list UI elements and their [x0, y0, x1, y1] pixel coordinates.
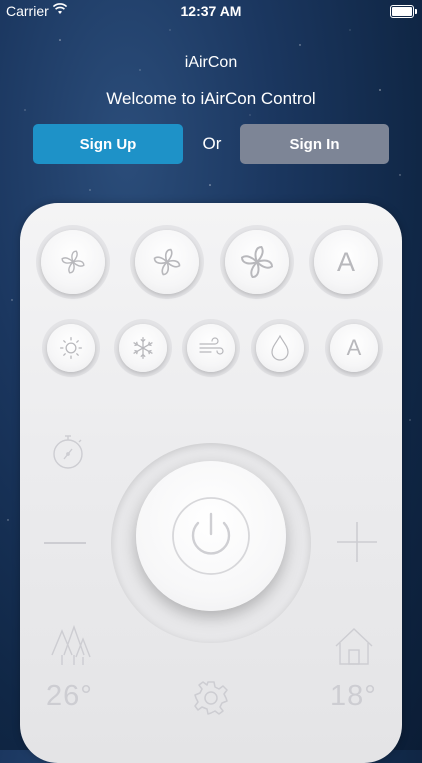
or-label: Or: [202, 134, 222, 153]
fan-low-button[interactable]: [41, 230, 105, 294]
timer-icon[interactable]: [50, 430, 86, 472]
clock: 12:37 AM: [180, 3, 242, 19]
mode-auto-icon: A: [346, 335, 362, 360]
home-icon: [335, 628, 373, 665]
fan-high-icon: [241, 246, 273, 278]
fan-low-icon: [61, 250, 85, 274]
status-bar: Carrier 12:37 AM: [0, 0, 422, 22]
sign-in-button[interactable]: Sign In: [240, 124, 389, 164]
fan-auto-button[interactable]: A: [314, 230, 378, 294]
snowflake-icon: [133, 337, 153, 359]
remote-panel: A A 26° 18°: [20, 203, 402, 763]
wind-icon: [199, 337, 224, 355]
outdoor-trees-icon: [51, 624, 91, 665]
fan-high-button[interactable]: [225, 230, 289, 294]
outdoor-temperature: 26°: [46, 680, 93, 712]
decrease-button[interactable]: [44, 542, 86, 544]
fan-medium-icon: [153, 248, 181, 276]
gear-icon[interactable]: [192, 679, 230, 717]
sun-icon: [60, 337, 82, 359]
power-button[interactable]: [136, 461, 286, 611]
fan-medium-button[interactable]: [135, 230, 199, 294]
dry-mode-button[interactable]: [256, 324, 304, 372]
app-title: iAirCon: [184, 54, 238, 71]
cool-mode-button[interactable]: [119, 324, 167, 372]
indoor-temperature: 18°: [330, 680, 377, 712]
battery-icon: [390, 5, 417, 18]
auto-mode-button[interactable]: A: [330, 324, 378, 372]
sign-up-button[interactable]: Sign Up: [33, 124, 183, 164]
fan-auto-icon: A: [336, 246, 355, 277]
heat-mode-button[interactable]: [47, 324, 95, 372]
power-icon: [172, 497, 250, 575]
welcome-message: Welcome to iAirCon Control: [106, 89, 316, 108]
increase-button[interactable]: [336, 521, 378, 563]
water-drop-icon: [271, 334, 289, 361]
fan-mode-button[interactable]: [187, 324, 235, 372]
